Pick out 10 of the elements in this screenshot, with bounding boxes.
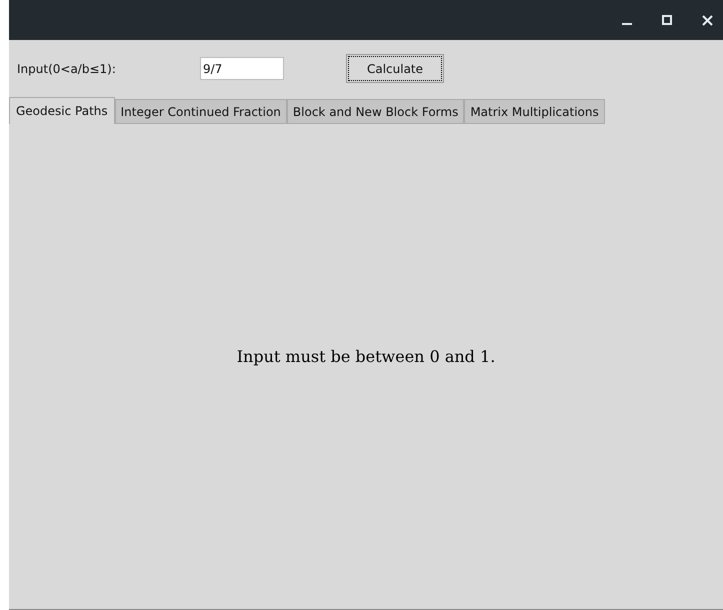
tab[interactable]: Geodesic Paths xyxy=(9,97,115,124)
input-field[interactable]: 9/7 xyxy=(200,57,284,80)
error-message: Input must be between 0 and 1. xyxy=(236,346,496,368)
tab[interactable]: Block and New Block Forms xyxy=(286,99,464,124)
calculate-button[interactable]: Calculate xyxy=(346,54,444,83)
tab[interactable]: Matrix Multiplications xyxy=(464,99,605,124)
tab[interactable]: Integer Continued Fraction xyxy=(114,99,287,124)
input-label: Input(0<a/b≤1): xyxy=(17,60,117,78)
maximize-icon[interactable] xyxy=(662,15,672,25)
close-icon[interactable] xyxy=(702,14,713,26)
